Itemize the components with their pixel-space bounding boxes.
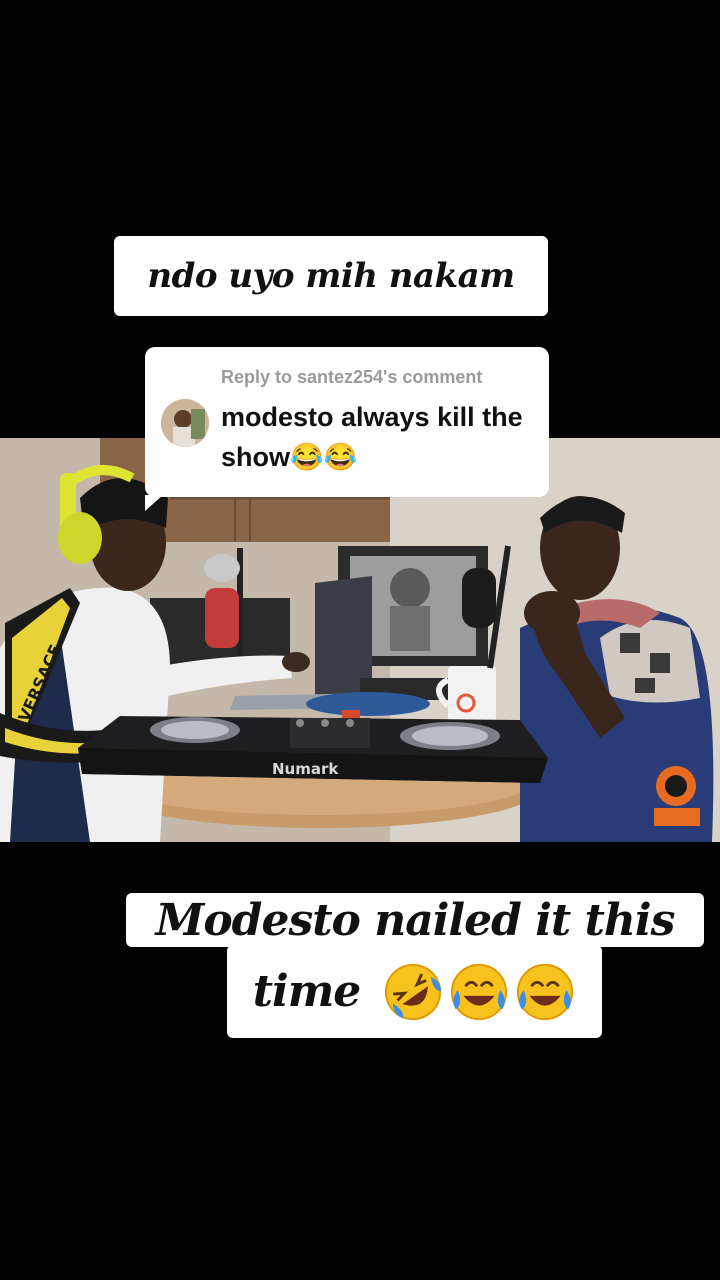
reply-comment-bubble[interactable]: Reply to santez254's comment modesto alw… <box>145 347 549 511</box>
caption-top-text: ndo uyo mih nakam <box>147 256 515 296</box>
video-frame[interactable]: VERSACE Numark <box>0 438 720 842</box>
reply-header: Reply to santez254's comment <box>221 367 483 387</box>
tears-of-joy-icon <box>451 963 508 1020</box>
commenter-avatar[interactable] <box>161 399 209 447</box>
caption-bottom-line2: time <box>227 945 602 1038</box>
caption-bottom-line1: Modesto nailed it this <box>126 893 704 947</box>
caption-bottom-line1-text: Modesto nailed it this <box>155 894 676 946</box>
caption-top: ndo uyo mih nakam <box>114 236 548 316</box>
mixer-brand: Numark <box>272 760 339 778</box>
reply-comment-text: modesto always kill the show😂😂 <box>221 402 523 472</box>
caption-bottom-line2-text: time <box>252 966 362 1017</box>
tears-of-joy-icon <box>517 963 574 1020</box>
rolling-on-floor-laughing-icon <box>385 963 442 1020</box>
